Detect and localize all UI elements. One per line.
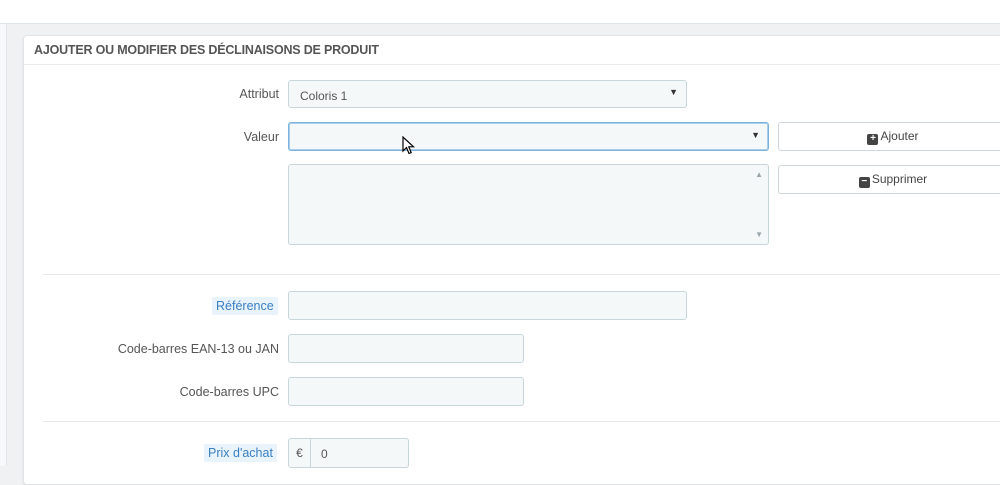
delete-button-label: Supprimer	[871, 172, 928, 186]
left-sidebar-edge	[0, 24, 7, 466]
value-select[interactable]: ▼	[288, 122, 769, 151]
upc-label: Code-barres UPC	[179, 385, 279, 399]
caret-down-icon: ▼	[751, 130, 760, 140]
plus-square-icon: +	[867, 134, 879, 145]
delete-button[interactable]: − Supprimer	[778, 165, 1000, 194]
purchase-price-value: 0	[321, 447, 328, 461]
upc-input[interactable]	[288, 377, 524, 406]
scroll-down-arrow-icon[interactable]: ▼	[755, 230, 763, 239]
ean13-input[interactable]	[288, 334, 524, 363]
caret-down-icon: ▼	[669, 87, 678, 97]
add-button-label: Ajouter	[880, 129, 919, 143]
top-header-bar	[0, 0, 1000, 24]
attribute-select[interactable]: Coloris 1 ▼	[288, 80, 687, 108]
attribute-values-listbox[interactable]: ▲ ▼	[288, 164, 769, 245]
reference-label: Référence	[212, 297, 278, 315]
panel-title: AJOUTER OU MODIFIER DES DÉCLINAISONS DE …	[24, 36, 1000, 65]
purchase-price-label: Prix d'achat	[204, 444, 277, 462]
add-button[interactable]: + Ajouter	[778, 122, 1000, 151]
mouse-pointer-icon	[402, 136, 416, 155]
value-label: Valeur	[243, 130, 279, 144]
purchase-price-input[interactable]: € 0	[288, 438, 409, 468]
minus-square-icon: −	[858, 177, 870, 188]
scroll-up-arrow-icon[interactable]: ▲	[755, 170, 763, 179]
attribute-select-value: Coloris 1	[300, 89, 348, 103]
ean13-label: Code-barres EAN-13 ou JAN	[117, 342, 279, 356]
section-divider	[43, 274, 1000, 275]
reference-input[interactable]	[288, 291, 687, 320]
section-divider	[43, 421, 1000, 422]
currency-addon: €	[289, 439, 311, 467]
attribute-label: Attribut	[239, 87, 279, 101]
